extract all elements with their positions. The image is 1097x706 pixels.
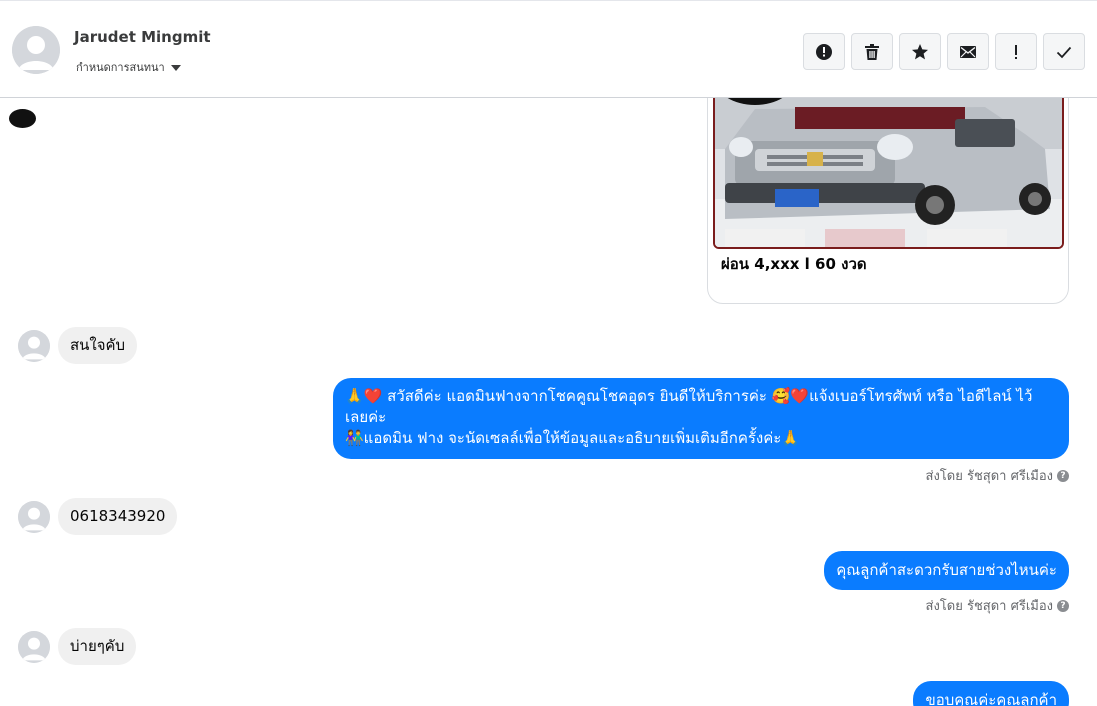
product-card[interactable]: ผ่อน 4,xxx l 60 งวด xyxy=(707,98,1069,304)
message-thread[interactable]: ผ่อน 4,xxx l 60 งวด สนใจคับ 🙏❤️ สวัสดีค่… xyxy=(0,98,1097,706)
help-icon[interactable]: ? xyxy=(1057,599,1069,612)
message-bubble-incoming[interactable]: 0618343920 xyxy=(58,498,178,535)
done-button[interactable] xyxy=(1043,33,1085,70)
page-logo xyxy=(9,109,36,128)
delete-button[interactable] xyxy=(851,33,893,70)
message-bubble-incoming[interactable]: สนใจคับ xyxy=(58,327,138,364)
message-bubble-outgoing[interactable]: คุณลูกค้าสะดวกรับสายช่วงไหนค่ะ xyxy=(824,551,1069,590)
product-image[interactable] xyxy=(713,98,1064,249)
message-bubble-incoming[interactable]: บ่ายๆคับ xyxy=(58,628,137,665)
message-row-incoming: บ่ายๆคับ xyxy=(18,628,137,665)
message-row-incoming: สนใจคับ xyxy=(18,327,138,364)
sent-by-text: ส่งโดย รัชสุดา ศรีเมือง xyxy=(925,599,1053,614)
check-icon xyxy=(1056,46,1072,58)
flag-button[interactable] xyxy=(995,33,1037,70)
star-button[interactable] xyxy=(899,33,941,70)
conversation-setting-dropdown[interactable]: กำหนดการสนทนา xyxy=(76,58,181,76)
contact-name[interactable]: Jarudet Mingmit xyxy=(74,28,211,46)
message-line: 🙏❤️ สวัสดีค่ะ แอดมินฟางจากโชคคูณโชคอุดร … xyxy=(345,387,1033,405)
alert-circle-icon xyxy=(816,43,832,60)
conversation-header: Jarudet Mingmit กำหนดการสนทนา xyxy=(0,0,1097,98)
sent-by-text: ส่งโดย รัชสุดา ศรีเมือง xyxy=(925,469,1053,484)
sender-avatar[interactable] xyxy=(18,329,50,362)
message-bubble-outgoing[interactable]: 🙏❤️ สวัสดีค่ะ แอดมินฟางจากโชคคูณโชคอุดร … xyxy=(333,378,1069,459)
sent-by-label: ส่งโดย รัชสุดา ศรีเมือง ? xyxy=(926,595,1069,616)
caret-down-icon xyxy=(170,64,181,71)
message-line: 👫แอดมิน ฟาง จะนัดเซลล์เพื่อให้ข้อมูลและอ… xyxy=(345,429,800,447)
trash-icon xyxy=(865,43,879,60)
sender-avatar[interactable] xyxy=(18,500,50,533)
exclamation-icon xyxy=(1015,44,1017,59)
pickup-truck-image xyxy=(715,98,1062,247)
sent-by-label: ส่งโดย รัชสุดา ศรีเมือง ? xyxy=(926,465,1069,486)
contact-avatar[interactable] xyxy=(12,26,60,74)
conversation-setting-label: กำหนดการสนทนา xyxy=(76,61,165,74)
mark-unread-button[interactable] xyxy=(947,33,989,70)
envelope-icon xyxy=(960,45,976,58)
spam-button[interactable] xyxy=(803,33,845,70)
message-row-incoming: 0618343920 xyxy=(18,498,178,535)
message-bubble-outgoing[interactable]: ขอบคุณค่ะคุณลูกค้า xyxy=(913,681,1069,706)
star-icon xyxy=(912,43,928,59)
conversation-toolbar xyxy=(803,33,1085,70)
product-card-title: ผ่อน 4,xxx l 60 งวด xyxy=(721,255,867,273)
message-line: เลยค่ะ xyxy=(345,408,387,426)
help-icon[interactable]: ? xyxy=(1057,469,1069,482)
sender-avatar[interactable] xyxy=(18,630,50,663)
